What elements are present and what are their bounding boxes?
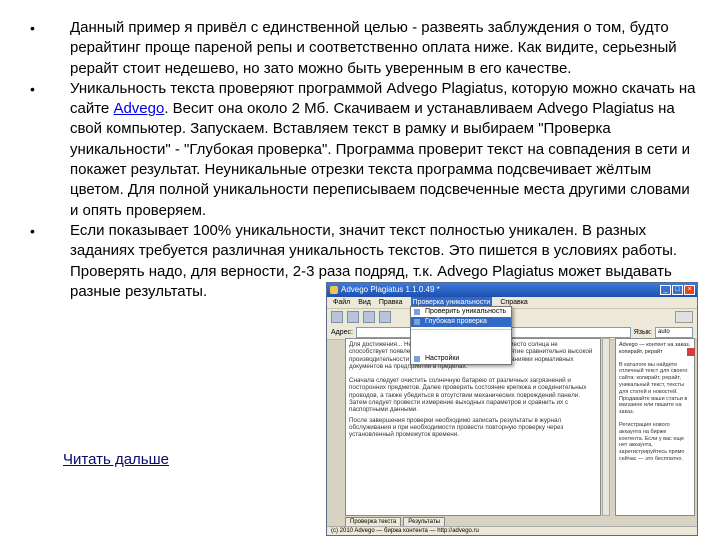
bullet-marker: •	[30, 80, 35, 97]
window-title: Advego Plagiatus 1.1.0.49 *	[341, 285, 440, 294]
side-text: В каталоге вы найдете отличный текст для…	[619, 361, 688, 416]
read-more-link[interactable]: Читать дальше	[63, 451, 169, 468]
dropdown-item-check: Проверить уникальность	[411, 307, 511, 317]
bullet-text: Данный пример я привёл с единственной це…	[70, 19, 677, 77]
maximize-icon: □	[672, 285, 683, 295]
uniqueness-dropdown: Проверить уникальность Глубокая проверка…	[410, 306, 512, 365]
toolbar-mini-window	[675, 311, 693, 323]
window-controls: _ □ ×	[660, 285, 695, 295]
bullet-text-part: . Весит она около 2 Мб. Скачиваем и уста…	[70, 100, 691, 219]
document-scrollbar	[602, 338, 610, 516]
dropdown-item-deep-check: Глубокая проверка	[411, 317, 511, 327]
doc-paragraph: После завершения проверки необходимо зап…	[349, 416, 564, 439]
status-bar: (c) 2010 Advego — биржа контента — http:…	[327, 526, 697, 535]
toolbar	[327, 308, 697, 325]
menu-edit: Правка	[378, 299, 403, 306]
open-icon	[347, 311, 359, 323]
side-section: Регистрация нового аккаунта на бирже кон…	[619, 421, 685, 462]
side-heading: Advego — контент на заказ, копирайт, рер…	[619, 342, 691, 355]
advego-plagiatus-screenshot: Advego Plagiatus 1.1.0.49 * _ □ × Файл В…	[326, 282, 698, 536]
lang-label: Язык:	[633, 328, 652, 336]
doc-paragraph: Сначала следует очистить солнечную батар…	[349, 377, 587, 414]
lang-select: auto	[655, 326, 693, 338]
address-label: Адрес:	[331, 328, 353, 336]
close-icon: ×	[684, 285, 695, 295]
side-panel: Advego — контент на заказ, копирайт, рер…	[615, 338, 695, 516]
window-titlebar: Advego Plagiatus 1.1.0.49 * _ □ ×	[327, 283, 697, 297]
check-icon	[379, 311, 391, 323]
dropdown-item-settings: Настройки	[411, 354, 511, 364]
bullet-item-2: • Уникальность текста проверяют программ…	[28, 79, 700, 221]
bullet-marker: •	[30, 222, 35, 239]
menubar: Файл Вид Правка Проверка уникальности Сп…	[327, 297, 697, 308]
menu-view: Вид	[358, 299, 371, 306]
bullet-list: • Данный пример я привёл с единственной …	[28, 18, 700, 302]
app-icon	[330, 286, 338, 294]
save-icon	[363, 311, 375, 323]
advego-link[interactable]: Advego	[113, 100, 164, 117]
dropdown-blank	[411, 332, 511, 354]
side-close-icon	[687, 348, 695, 356]
new-icon	[331, 311, 343, 323]
dropdown-separator	[411, 329, 511, 330]
minimize-icon: _	[660, 285, 671, 295]
bullet-item-1: • Данный пример я привёл с единственной …	[28, 18, 700, 79]
menu-file: Файл	[333, 299, 351, 306]
bullet-marker: •	[30, 20, 35, 36]
bullet-text: Уникальность текста проверяют программой…	[70, 80, 695, 219]
